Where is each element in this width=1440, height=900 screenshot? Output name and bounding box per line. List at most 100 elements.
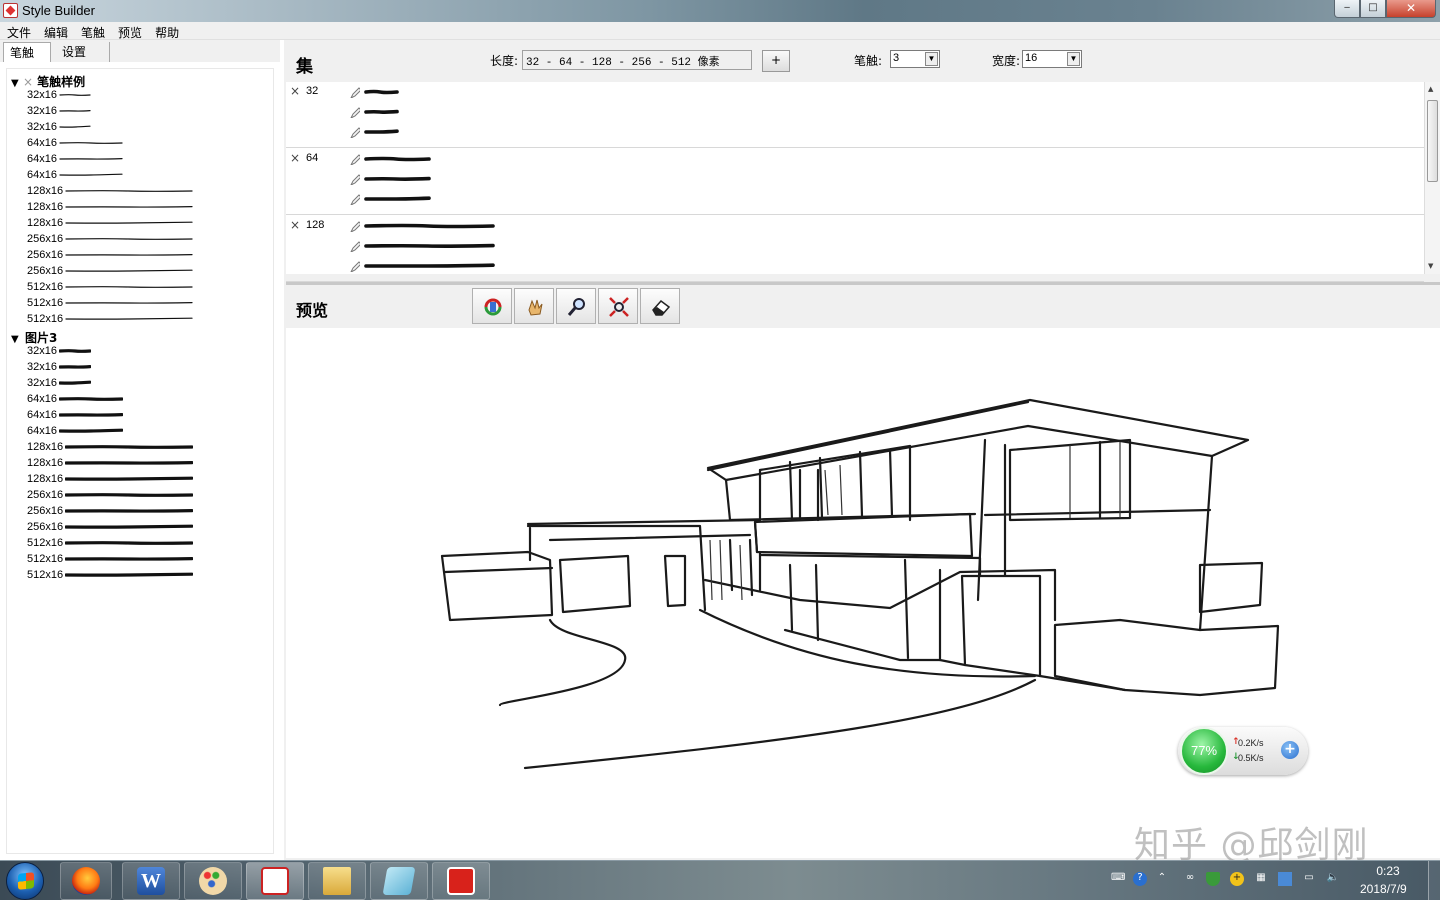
edit-pencil-icon[interactable]: [348, 260, 360, 272]
close-button[interactable]: ✕: [1386, 0, 1436, 18]
eraser-button[interactable]: [640, 288, 680, 324]
tree-stroke-item[interactable]: 256x16: [27, 265, 193, 281]
tree-stroke-item[interactable]: 32x16: [27, 345, 91, 361]
edit-pencil-icon[interactable]: [348, 126, 360, 138]
menu-preview[interactable]: 预览: [111, 22, 148, 41]
remove-set-icon[interactable]: ×: [290, 84, 300, 98]
set-stroke-row[interactable]: [348, 151, 432, 171]
tree-stroke-item[interactable]: 128x16: [27, 185, 193, 201]
set-stroke-row[interactable]: [348, 84, 400, 104]
tree-stroke-item[interactable]: 128x16: [27, 441, 194, 457]
menu-stroke[interactable]: 笔触: [74, 22, 111, 41]
remove-icon[interactable]: ×: [23, 75, 33, 89]
tree-stroke-item[interactable]: 256x16: [27, 505, 194, 521]
tree-stroke-item[interactable]: 64x16: [27, 169, 123, 185]
menu-edit[interactable]: 编辑: [37, 22, 74, 41]
set-block[interactable]: × 128: [286, 216, 1424, 282]
keyboard-icon[interactable]: ⌨: [1111, 872, 1125, 886]
scroll-thumb[interactable]: [1427, 100, 1438, 182]
zoom-extents-button[interactable]: [598, 288, 638, 324]
set-stroke-row[interactable]: [348, 258, 496, 278]
plus-icon[interactable]: +: [1230, 872, 1244, 886]
set-stroke-row[interactable]: [348, 104, 400, 124]
edit-pencil-icon[interactable]: [348, 106, 360, 118]
menu-help[interactable]: 帮助: [148, 22, 185, 41]
tab-strokes[interactable]: 笔触: [3, 42, 51, 62]
taskbar-paint[interactable]: [184, 862, 242, 900]
remove-set-icon[interactable]: ×: [290, 218, 300, 232]
set-block[interactable]: × 32: [286, 82, 1424, 148]
tree-stroke-item[interactable]: 512x16: [27, 297, 193, 313]
taskbar-explorer[interactable]: [308, 862, 366, 900]
chevron-up-icon[interactable]: ⌃: [1155, 872, 1169, 886]
set-stroke-row[interactable]: [348, 218, 496, 238]
taskbar-word[interactable]: W: [122, 862, 180, 900]
tree-stroke-item[interactable]: 512x16: [27, 281, 193, 297]
taskbar-sketchup[interactable]: [432, 862, 490, 900]
tree-stroke-item[interactable]: 32x16: [27, 121, 91, 137]
start-button[interactable]: [6, 862, 44, 900]
tree-stroke-item[interactable]: 256x16: [27, 233, 193, 249]
minimize-button[interactable]: ‒: [1334, 0, 1360, 18]
tree-stroke-item[interactable]: 512x16: [27, 553, 194, 569]
scroll-down-icon[interactable]: ▼: [1428, 262, 1433, 270]
tree-stroke-item[interactable]: 256x16: [27, 521, 194, 537]
pan-button[interactable]: [514, 288, 554, 324]
tree-stroke-item[interactable]: 32x16: [27, 89, 91, 105]
length-field[interactable]: 32 - 64 - 128 - 256 - 512 像素: [522, 50, 752, 70]
edit-pencil-icon[interactable]: [348, 153, 360, 165]
tree-stroke-item[interactable]: 256x16: [27, 249, 193, 265]
tree-stroke-item[interactable]: 128x16: [27, 217, 193, 233]
tree-stroke-item[interactable]: 256x16: [27, 489, 194, 505]
set-stroke-row[interactable]: [348, 171, 432, 191]
grid-icon[interactable]: ▦: [1254, 872, 1268, 886]
shield-icon[interactable]: [1206, 872, 1220, 886]
accelerate-icon[interactable]: +: [1281, 741, 1299, 759]
tree-stroke-item[interactable]: 128x16: [27, 457, 194, 473]
remove-set-icon[interactable]: ×: [290, 151, 300, 165]
expand-triangle-icon[interactable]: ▼: [11, 78, 21, 89]
tree-group[interactable]: ▼ × 笔触样例: [11, 73, 85, 90]
tree-stroke-item[interactable]: 32x16: [27, 377, 91, 393]
maximize-button[interactable]: □: [1360, 0, 1386, 18]
set-stroke-row[interactable]: [348, 124, 400, 144]
tree-stroke-item[interactable]: 512x16: [27, 569, 194, 585]
taskbar-notepad[interactable]: [370, 862, 428, 900]
tree-stroke-item[interactable]: 32x16: [27, 105, 91, 121]
set-stroke-row[interactable]: [348, 238, 496, 258]
clock-time[interactable]: 0:23: [1374, 864, 1402, 878]
network-icon[interactable]: ▭: [1302, 872, 1316, 886]
show-desktop-button[interactable]: [1428, 861, 1440, 900]
volume-icon[interactable]: 🔈: [1326, 872, 1340, 886]
tree-stroke-item[interactable]: 64x16: [27, 409, 123, 425]
set-block[interactable]: × 64: [286, 149, 1424, 215]
clock-date[interactable]: 2018/7/9: [1360, 882, 1407, 896]
set-list-scrollbar[interactable]: ▲ ▼: [1424, 82, 1440, 274]
splitter[interactable]: [286, 282, 1440, 285]
net-speed-widget[interactable]: 77% ↑ 0.2K/s ↓ 0.5K/s +: [1178, 727, 1308, 775]
edit-pencil-icon[interactable]: [348, 173, 360, 185]
help-icon[interactable]: ?: [1133, 872, 1147, 886]
menu-file[interactable]: 文件: [0, 22, 37, 41]
tree-stroke-item[interactable]: 128x16: [27, 201, 193, 217]
taskbar-firefox[interactable]: [60, 862, 112, 900]
set-stroke-row[interactable]: [348, 191, 432, 211]
tree-group[interactable]: ▼ 图片3: [11, 329, 57, 346]
tree-stroke-item[interactable]: 64x16: [27, 425, 123, 441]
expand-triangle-icon[interactable]: ▼: [11, 334, 21, 345]
scroll-up-icon[interactable]: ▲: [1428, 85, 1433, 93]
orbit-button[interactable]: [472, 288, 512, 324]
taskbar-style-builder[interactable]: [246, 862, 304, 900]
edit-pencil-icon[interactable]: [348, 86, 360, 98]
tree-stroke-item[interactable]: 64x16: [27, 393, 123, 409]
tree-stroke-item[interactable]: 64x16: [27, 137, 123, 153]
tree-stroke-item[interactable]: 512x16: [27, 313, 193, 329]
width-select[interactable]: 16 ▼: [1022, 50, 1082, 68]
tree-stroke-item[interactable]: 128x16: [27, 473, 194, 489]
zoom-button[interactable]: [556, 288, 596, 324]
preview-canvas[interactable]: [286, 328, 1440, 858]
edit-pencil-icon[interactable]: [348, 240, 360, 252]
tree-stroke-item[interactable]: 64x16: [27, 153, 123, 169]
tab-settings[interactable]: 设置: [56, 42, 110, 62]
add-set-button[interactable]: +: [762, 50, 790, 72]
